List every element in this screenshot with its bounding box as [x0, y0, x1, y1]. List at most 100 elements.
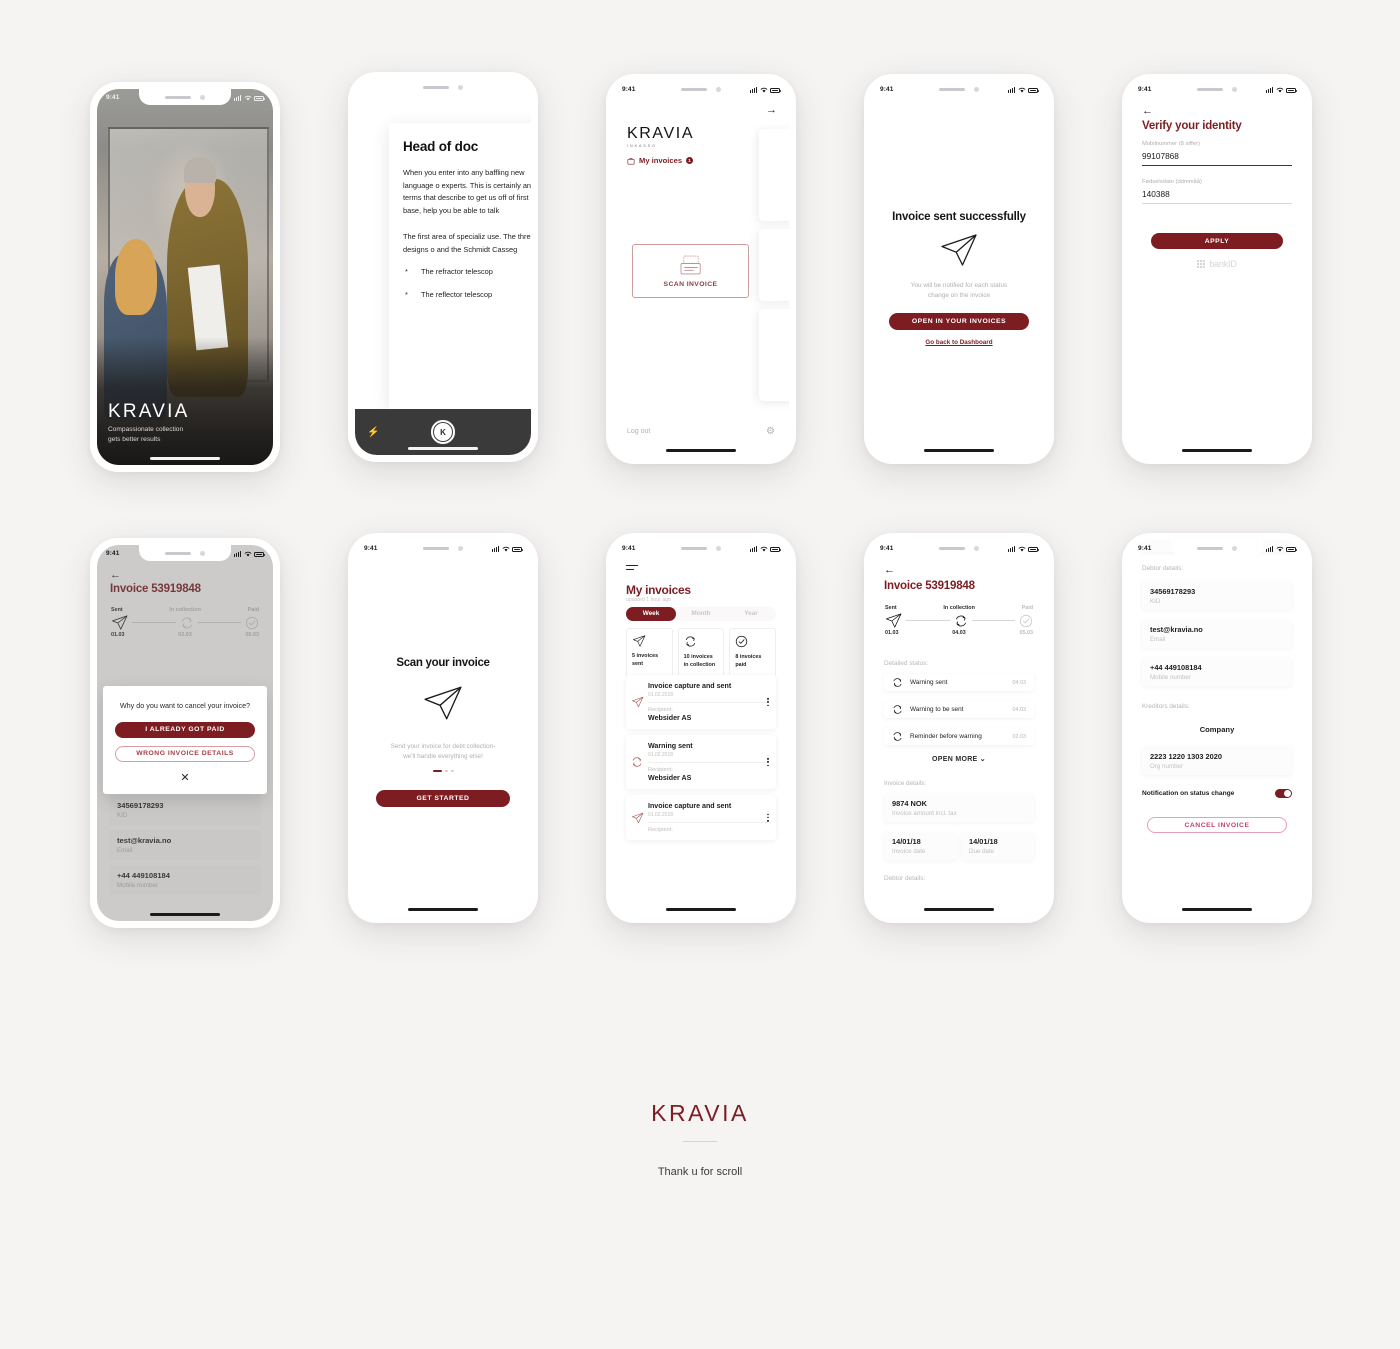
birth-date-label: Fødselsdato (ddmmåå)	[1142, 179, 1202, 185]
mobile-card: +44 449108184 Mobile number	[1142, 658, 1292, 686]
pagination-dots[interactable]	[355, 770, 531, 773]
pagination-dot-1[interactable]	[432, 770, 442, 773]
invoice-details-label: Invoice details:	[884, 780, 927, 787]
status-time: 9:41	[106, 94, 120, 101]
brand-logo-text: KRAVIA	[627, 125, 695, 142]
scan-subtitle-line-1: Send your invoice for debt collection-	[390, 743, 496, 750]
notch	[1171, 540, 1263, 556]
invoice-list: Invoice capture and sent 01.02.2018 Reci…	[626, 675, 776, 846]
stat-in-collection[interactable]: 10 invoices in collection	[677, 628, 725, 678]
status-row[interactable]: Warning sent 04.03	[884, 674, 1034, 691]
debtor-details-label: Debtor details:	[1142, 565, 1184, 572]
my-invoices-label: My invoices	[639, 156, 683, 165]
notch	[913, 540, 1005, 556]
list-item[interactable]: Invoice capture and sent 01.02.2018 Reci…	[626, 675, 776, 729]
notification-setting-row[interactable]: Notification on status change	[1142, 789, 1292, 798]
stat-paid[interactable]: 8 invoices paid	[729, 628, 777, 678]
get-started-button[interactable]: GET STARTED	[376, 790, 510, 807]
wrong-invoice-details-button[interactable]: WRONG INVOICE DETAILS	[115, 745, 255, 762]
period-segmented-control[interactable]: Week Month Year	[626, 607, 776, 621]
battery-icon	[1028, 546, 1039, 552]
phone-document-scan: Head of doc When you enter into any baff…	[348, 72, 538, 462]
list-item-recipient: Websider AS	[648, 774, 692, 782]
gear-icon[interactable]: ⚙	[766, 426, 775, 437]
close-icon[interactable]: ✕	[115, 771, 255, 784]
pagination-dot-2[interactable]	[444, 770, 448, 773]
overflow-menu-icon[interactable]	[767, 697, 769, 707]
refresh-icon	[893, 705, 902, 714]
list-item[interactable]: Warning sent 01.02.2018 Recipient: Websi…	[626, 735, 776, 789]
notification-toggle[interactable]	[1275, 789, 1292, 798]
debtor-details-label: Debtor details:	[884, 875, 926, 882]
phone-dashboard: 9:41 KRAVIA INKASSO → My invoices 1 SCAN…	[606, 74, 796, 464]
side-card-3	[759, 309, 789, 401]
mobile-number-label: Mobilnummer (8 siffer)	[1142, 141, 1200, 147]
wifi-icon	[244, 95, 251, 100]
phone-invoice-detail: 9:41 ← Invoice 53919848 Sent In collecti…	[864, 533, 1054, 923]
status-row[interactable]: Warning to be sent 04.03	[884, 701, 1034, 718]
signal-icon	[1007, 546, 1015, 552]
logout-button[interactable]: Log out	[627, 428, 650, 435]
screen-document-scan: Head of doc When you enter into any baff…	[355, 79, 531, 455]
kreditors-details-label: Kreditors details:	[1142, 703, 1190, 710]
open-more-button[interactable]: OPEN MORE ⌄	[871, 755, 1047, 763]
segment-week[interactable]: Week	[626, 607, 676, 621]
brand-tagline: INKASSO	[627, 144, 657, 148]
back-arrow-icon[interactable]: ←	[884, 564, 895, 576]
list-item[interactable]: Invoice capture and sent 01.02.2018 Reci…	[626, 795, 776, 840]
arrow-right-icon[interactable]: →	[766, 104, 777, 116]
mobile-number-field[interactable]: Mobilnummer (8 siffer) 99107868	[1142, 141, 1292, 167]
segment-year[interactable]: Year	[726, 607, 776, 621]
stat-paid-line-2: paid	[735, 661, 747, 668]
notification-badge: 1	[686, 157, 694, 164]
overflow-menu-icon[interactable]	[767, 813, 769, 822]
phone-invoice-sent: 9:41 Invoice sent successfully You will …	[864, 74, 1054, 464]
paper-plane-icon	[939, 233, 979, 267]
status-row-date: 02.03	[1012, 733, 1027, 740]
screen-onboarding-photo: 9:41 KRAVIA Compassionate collection get…	[97, 89, 273, 465]
mobile-number-underline	[1142, 165, 1292, 167]
back-arrow-icon[interactable]: ←	[1142, 105, 1153, 117]
overflow-menu-icon[interactable]	[767, 757, 769, 767]
status-row[interactable]: Reminder before warning 02.03	[884, 728, 1034, 745]
home-indicator	[1182, 449, 1252, 452]
stat-sent[interactable]: 5 invoices sent	[626, 628, 673, 678]
document-bullet-2: The reflector telescop	[403, 289, 531, 302]
status-tracker: Sent In collection Paid 01.03 04.03 05.0…	[885, 605, 1033, 636]
already-got-paid-button[interactable]: I ALREADY GOT PAID	[115, 721, 255, 738]
tracker-date-sent: 01.03	[885, 630, 899, 636]
pagination-dot-3[interactable]	[450, 770, 454, 773]
document-bullet-1: The refractor telescop	[403, 266, 531, 279]
screen-invoice-sent: 9:41 Invoice sent successfully You will …	[871, 81, 1047, 457]
segment-month[interactable]: Month	[676, 607, 726, 621]
hamburger-icon[interactable]	[626, 565, 638, 571]
brand-logo-text: KRAVIA	[108, 401, 190, 422]
status-row-date: 04.03	[1012, 679, 1027, 686]
list-item-title: Invoice capture and sent	[648, 802, 732, 810]
footer-logo: KRAVIA	[651, 1100, 749, 1126]
home-indicator	[150, 457, 220, 460]
cancel-invoice-button[interactable]: CANCEL INVOICE	[1147, 817, 1287, 833]
apply-button[interactable]: APPLY	[1151, 233, 1283, 249]
shutter-button[interactable]: K	[431, 420, 455, 444]
bankid-logo: bankID	[1129, 259, 1305, 269]
battery-icon	[512, 546, 523, 552]
refresh-icon	[685, 636, 695, 647]
status-time: 9:41	[364, 545, 378, 552]
kid-label: KID	[1150, 598, 1161, 605]
battery-icon	[1286, 546, 1297, 552]
briefcase-icon	[627, 157, 635, 164]
flash-icon[interactable]: ⚡	[367, 427, 379, 438]
cancel-reason-modal: Why do you want to cancel your invoice? …	[103, 686, 267, 794]
footer-thanks-text: Thank u for scroll	[657, 1166, 743, 1179]
birth-date-underline	[1142, 203, 1292, 205]
open-in-your-invoices-button[interactable]: OPEN IN YOUR INVOICES	[889, 313, 1029, 330]
battery-icon	[1028, 87, 1039, 93]
birth-date-field[interactable]: Fødselsdato (ddmmåå) 140388	[1142, 179, 1292, 205]
my-invoices-link[interactable]: My invoices 1	[627, 156, 694, 165]
brand-logo: KRAVIA INKASSO	[627, 125, 694, 148]
go-back-to-dashboard-link[interactable]: Go back to Dashboard	[871, 339, 1047, 346]
scan-invoice-button[interactable]: SCAN INVOICE	[632, 244, 749, 298]
document-paragraph-1: When you enter into any baffling new lan…	[403, 168, 531, 216]
bankid-dots-icon	[1197, 260, 1206, 268]
